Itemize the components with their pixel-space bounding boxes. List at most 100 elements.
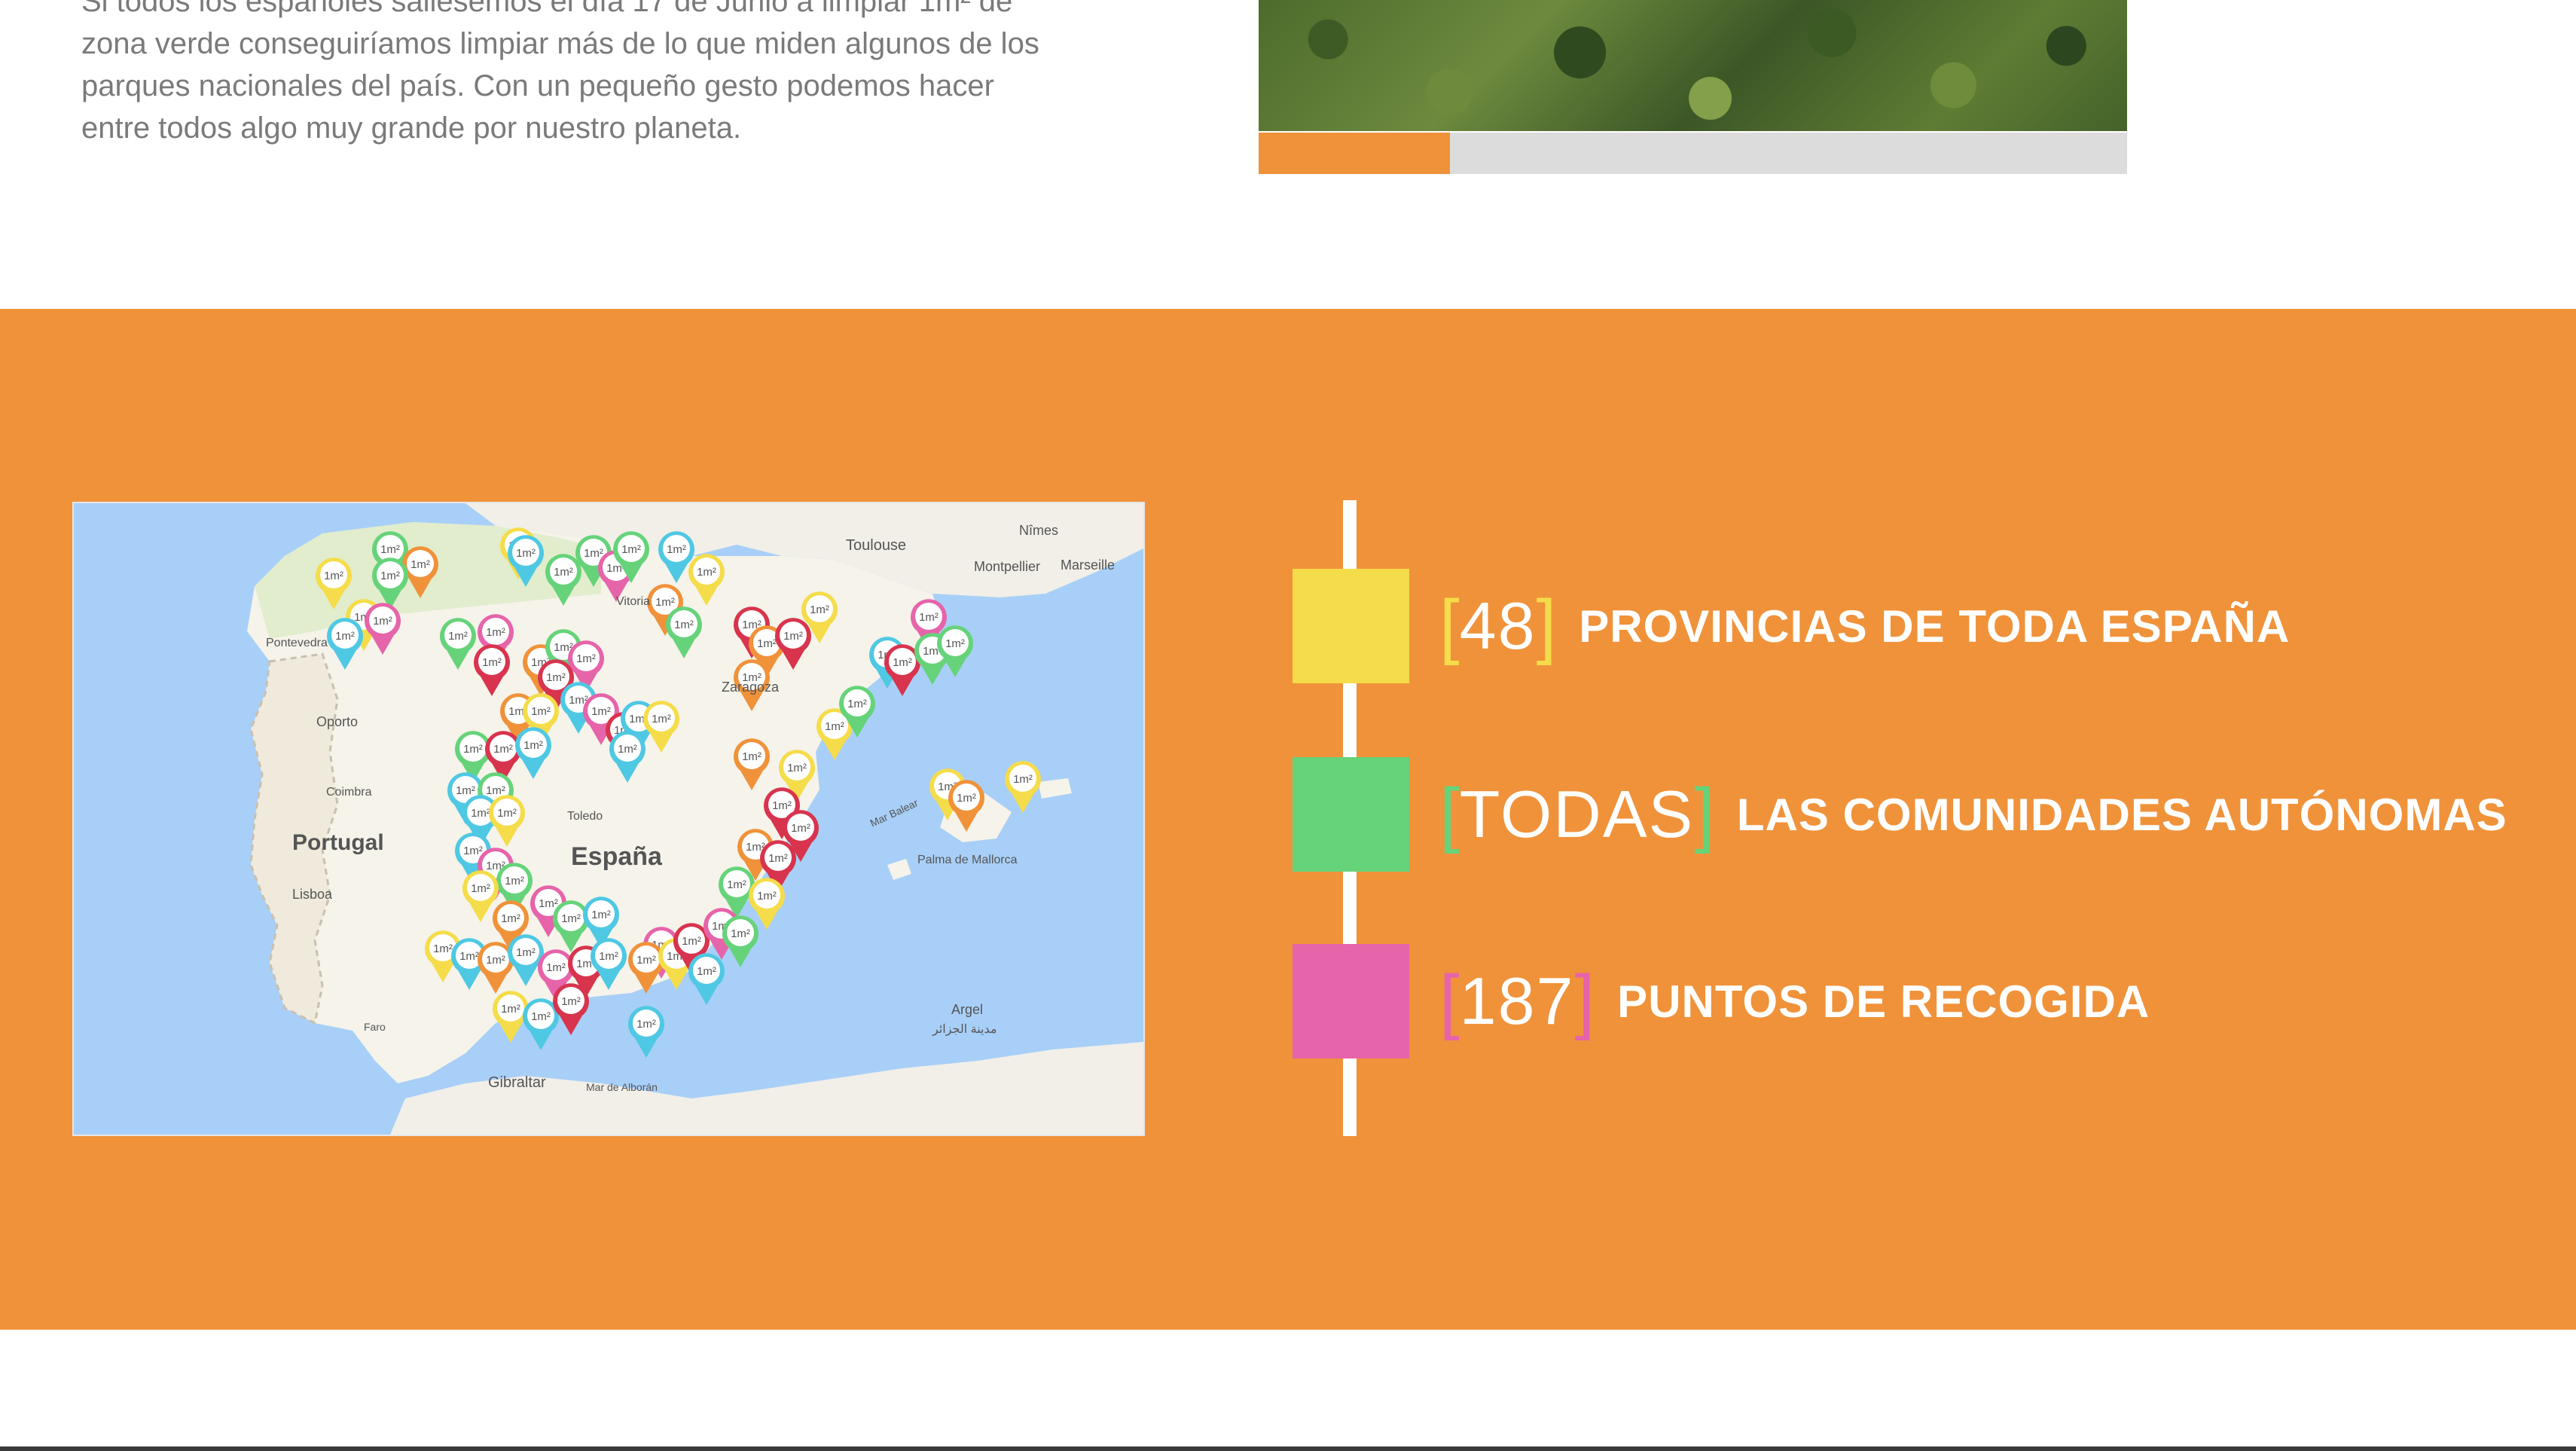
map-marker-label: 1m² [505, 875, 524, 887]
map-label-coimbra: Coimbra [326, 786, 372, 799]
map-label-mar-alboran: Mar de Alborán [586, 1081, 658, 1093]
map-marker-label: 1m² [501, 912, 520, 925]
map-marker-label: 1m² [576, 652, 596, 665]
stat-bracket-open: [ [1439, 961, 1460, 1041]
map-marker-label: 1m² [674, 619, 694, 631]
map-marker-label: 1m² [561, 912, 581, 925]
map-marker-label: 1m² [731, 927, 750, 940]
map-marker-label: 1m² [433, 942, 453, 955]
map-marker-label: 1m² [599, 950, 618, 963]
map-marker-icon[interactable]: 1m² [937, 625, 973, 677]
map-marker-label: 1m² [335, 630, 355, 643]
stat-color-square [1293, 757, 1409, 872]
map-marker-label: 1m² [531, 1010, 551, 1023]
map-marker-icon[interactable]: 1m² [688, 953, 725, 1005]
map-marker-label: 1m² [682, 935, 701, 948]
map-marker-label: 1m² [546, 961, 566, 974]
map-marker-label: 1m² [697, 566, 716, 579]
forest-photo [1259, 0, 2127, 131]
map-marker-label: 1m² [482, 656, 502, 669]
stat-bracket-open: [ [1439, 585, 1460, 666]
map-marker-label: 1m² [742, 750, 762, 763]
stat-label: PUNTOS DE RECOGIDA [1617, 976, 2150, 1027]
map-label-espana: España [571, 842, 663, 871]
map-label-lisboa: Lisboa [292, 887, 333, 902]
map-marker-label: 1m² [655, 596, 675, 609]
map-label-vitoria: Vitoria [616, 595, 650, 608]
map-marker-label: 1m² [1013, 773, 1033, 786]
stat-text: [ 48 ] PROVINCIAS DE TODA ESPAÑA [1439, 569, 2290, 683]
map-marker-label: 1m² [945, 637, 965, 650]
stat-bracket-close: ] [1694, 774, 1714, 854]
map-marker-label: 1m² [471, 807, 490, 820]
map-marker-label: 1m² [667, 543, 686, 556]
map-marker-label: 1m² [448, 630, 468, 643]
map-marker-label: 1m² [810, 603, 829, 616]
progress-bar [1259, 133, 2127, 174]
stat-bracket-close: ] [1574, 961, 1595, 1041]
map-marker-label: 1m² [768, 852, 788, 865]
map-marker-label: 1m² [561, 995, 581, 1008]
map-marker-label: 1m² [636, 1018, 656, 1031]
spain-map[interactable]: 1m² 1m² 1m² 1m² 1m² 1m² 1m² 1m² 1m² 1m² 1m² 1m² 1m² 1… [72, 502, 1145, 1136]
map-label-mar-balear: Mar Balear [868, 796, 920, 829]
map-marker-label: 1m² [554, 566, 573, 579]
map-marker-icon[interactable]: 1m² [722, 915, 758, 967]
stat-bracket-close: ] [1536, 585, 1557, 666]
map-marker-label: 1m² [324, 570, 343, 582]
map-marker-icon[interactable]: 1m² [1005, 761, 1041, 813]
map-label-portugal: Portugal [292, 830, 384, 855]
stat-color-square [1293, 944, 1409, 1058]
map-marker-label: 1m² [757, 890, 777, 903]
map-canvas[interactable]: 1m² 1m² 1m² 1m² 1m² 1m² 1m² 1m² 1m² 1m² 1m² 1m² 1m² 1… [74, 503, 1143, 1135]
map-marker-label: 1m² [463, 743, 483, 756]
stat-label: PROVINCIAS DE TODA ESPAÑA [1579, 600, 2291, 652]
map-marker-label: 1m² [893, 656, 912, 669]
map-marker-label: 1m² [697, 965, 716, 978]
map-marker-label: 1m² [783, 630, 803, 643]
map-marker-label: 1m² [531, 705, 551, 718]
stat-text: [ TODAS ] LAS COMUNIDADES AUTÓNOMAS [1439, 757, 2507, 872]
map-label-marseille: Marseille [1061, 557, 1115, 573]
map-label-gibraltar: Gibraltar [488, 1074, 546, 1091]
map-marker-label: 1m² [791, 822, 810, 835]
stat-text: [ 187 ] PUNTOS DE RECOGIDA [1439, 944, 2150, 1058]
land-menorca [1038, 778, 1072, 799]
map-marker-label: 1m² [456, 784, 475, 797]
intro-line: parques nacionales del país. Con un pequ… [81, 69, 994, 102]
stat-bracket-open: [ [1439, 774, 1460, 854]
map-label-argel: Argel [951, 1002, 983, 1017]
map-label-montpellier: Montpellier [974, 559, 1040, 574]
map-marker-label: 1m² [471, 882, 490, 895]
map-marker-label: 1m² [621, 543, 641, 556]
stat-value: 48 [1459, 588, 1537, 663]
intro-line: entre todos algo muy grande por nuestro … [81, 111, 742, 145]
intro-line: Si todos los españoles saliésemos el día… [81, 0, 1013, 18]
map-marker-label: 1m² [501, 1003, 520, 1016]
map-marker-label: 1m² [919, 611, 939, 624]
map-marker-label: 1m² [373, 615, 392, 628]
map-label-porto: Oporto [316, 714, 358, 729]
progress-bar-fill [1259, 133, 1450, 174]
map-marker-label: 1m² [380, 543, 400, 556]
map-marker-label: 1m² [516, 547, 536, 560]
map-marker-label: 1m² [459, 950, 479, 963]
map-marker-icon[interactable]: 1m² [553, 983, 589, 1035]
map-marker-label: 1m² [463, 845, 483, 857]
map-label-zaragoza: Zaragoza [722, 680, 780, 695]
map-label-pontevedra: Pontevedra [266, 637, 328, 649]
map-marker-label: 1m² [486, 626, 505, 639]
map-marker-label: 1m² [493, 743, 513, 756]
map-marker-label: 1m² [523, 739, 543, 752]
intro-line: zona verde conseguiríamos limpiar más de… [81, 27, 1039, 60]
map-marker-label: 1m² [584, 547, 603, 560]
stat-value: TODAS [1459, 777, 1695, 851]
intro-paragraph: Si todos los españoles saliésemos el día… [81, 0, 1181, 149]
stat-label: LAS COMUNIDADES AUTÓNOMAS [1736, 789, 2507, 840]
map-marker-icon[interactable]: 1m² [628, 1006, 664, 1058]
map-marker-icon[interactable]: 1m² [523, 998, 559, 1050]
bottom-rule [0, 1446, 2576, 1451]
land-ibiza [887, 859, 911, 880]
map-marker-label: 1m² [652, 713, 671, 726]
map-label-argel-ar: مدينة الجزائر [932, 1023, 997, 1036]
